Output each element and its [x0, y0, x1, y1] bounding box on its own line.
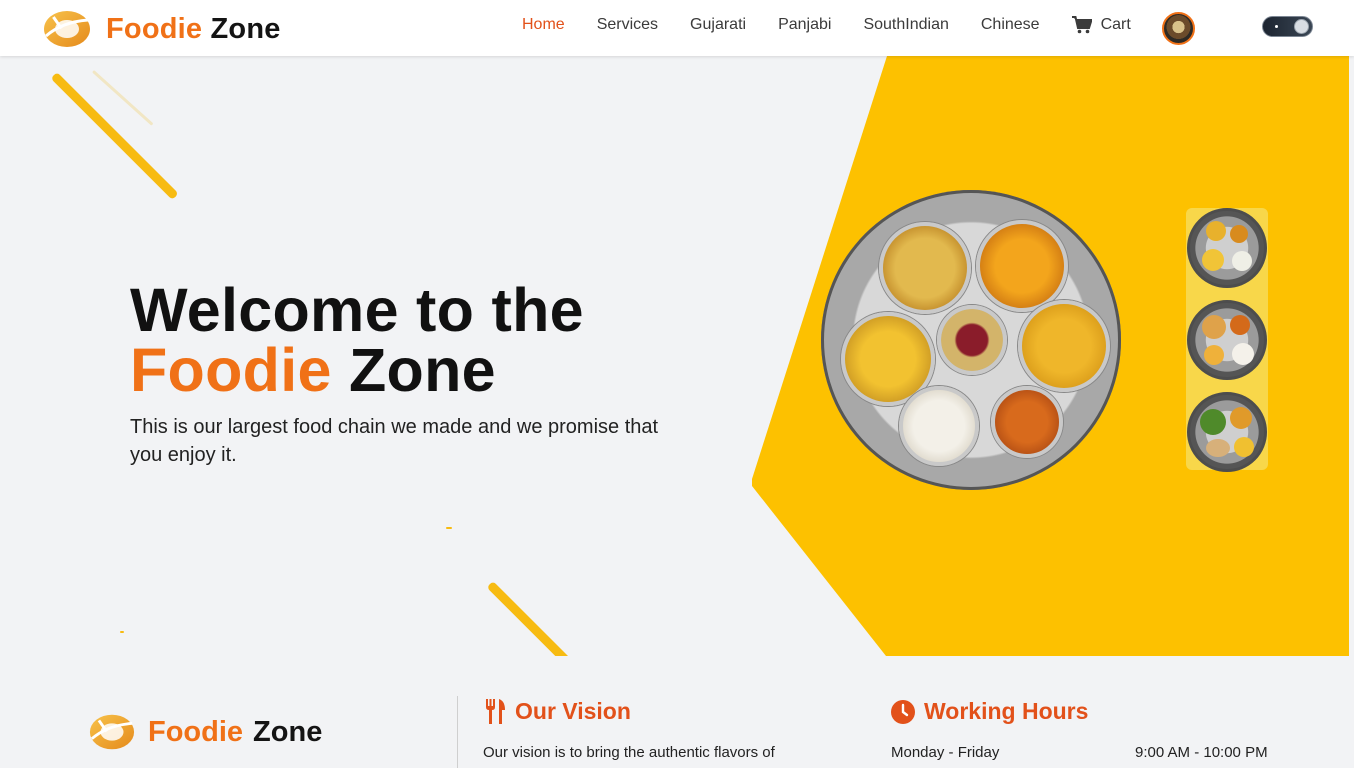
nav-gujarati[interactable]: Gujarati — [690, 16, 746, 34]
vision-heading: Our Vision — [484, 698, 631, 725]
decor-stripe — [486, 581, 575, 656]
brand-name-first: Foodie — [106, 12, 203, 45]
cart-label: Cart — [1100, 16, 1131, 33]
bowl-curry — [976, 220, 1068, 312]
nav-southindian[interactable]: SouthIndian — [863, 16, 948, 34]
hours-day: Monday - Friday — [891, 744, 1000, 761]
thumb-food — [1232, 343, 1254, 365]
vision-text: Our vision is to bring the authentic fla… — [483, 744, 775, 761]
cart-icon — [1071, 16, 1092, 34]
bowl-khichdi — [879, 222, 971, 314]
thumbnail-thali-3[interactable] — [1187, 392, 1267, 472]
thumbnail-thali-2[interactable] — [1187, 300, 1267, 380]
moon-toggle-icon[interactable] — [1262, 16, 1313, 37]
hero-title-line2: Foodie Zone — [130, 340, 584, 401]
nav-chinese[interactable]: Chinese — [981, 16, 1040, 34]
hours-heading-text: Working Hours — [924, 698, 1089, 724]
hero-subtitle: This is our largest food chain we made a… — [130, 416, 659, 466]
thali-plate-image — [821, 190, 1121, 490]
nav-services[interactable]: Services — [597, 16, 658, 34]
nav-cart[interactable]: Cart — [1071, 16, 1131, 34]
footer-brand-name: Foodie Zone — [148, 716, 322, 749]
bowl-pickle — [991, 386, 1063, 458]
decor-dot — [446, 527, 452, 529]
footer-section: Foodie Zone Our Vision Our vision is to b… — [0, 656, 1354, 768]
nav-links: Home Services Gujarati Panjabi SouthIndi… — [506, 0, 1147, 50]
footer-brand[interactable]: Foodie Zone — [88, 707, 322, 757]
hero-title: Welcome to the Foodie Zone — [130, 276, 584, 401]
vision-heading-text: Our Vision — [515, 698, 631, 724]
hero-title-highlight: Foodie — [130, 336, 332, 404]
brand-name-second: Zone — [210, 12, 281, 45]
thali-thumbnails — [1186, 208, 1268, 472]
brand-logo-link[interactable]: Foodie Zone — [42, 7, 281, 51]
bowl-rice — [899, 386, 979, 466]
nav-home[interactable]: Home — [522, 16, 565, 34]
brand-name: Foodie Zone — [106, 13, 281, 46]
thumb-food — [1202, 315, 1226, 339]
hero-title-line1: Welcome to the — [130, 276, 584, 344]
logo-icon — [42, 8, 92, 50]
thumb-food — [1230, 225, 1248, 243]
footer-brand-first: Foodie — [148, 715, 244, 748]
utensils-icon — [486, 699, 505, 724]
hero-section: Welcome to the Foodie Zone This is our l… — [0, 56, 1354, 656]
bowl-sweet — [937, 305, 1007, 375]
clock-icon — [891, 699, 915, 724]
hero-title-rest: Zone — [348, 336, 496, 404]
thumb-food — [1202, 249, 1224, 271]
nav-panjabi[interactable]: Panjabi — [778, 16, 831, 34]
footer-brand-second: Zone — [253, 715, 323, 748]
hours-time: 9:00 AM - 10:00 PM — [1135, 744, 1268, 761]
toggle-knob — [1294, 19, 1309, 34]
footer-divider — [457, 696, 458, 768]
thumb-food — [1206, 439, 1230, 457]
thumb-food — [1230, 315, 1250, 335]
avatar[interactable] — [1162, 12, 1195, 45]
thumb-food — [1200, 409, 1226, 435]
thumbnail-thali-1[interactable] — [1187, 208, 1267, 288]
thumb-food — [1206, 221, 1226, 241]
logo-icon — [88, 709, 136, 755]
thumb-food — [1230, 407, 1252, 429]
star-dot — [1275, 25, 1278, 28]
decor-dot — [120, 631, 124, 633]
hours-heading: Working Hours — [891, 698, 1088, 725]
bowl-kadhi — [1018, 300, 1110, 392]
thumb-food — [1204, 345, 1224, 365]
thumb-food — [1232, 251, 1252, 271]
thumb-food — [1234, 437, 1254, 457]
navbar: Foodie Zone Home Services Gujarati Panja… — [0, 0, 1354, 56]
